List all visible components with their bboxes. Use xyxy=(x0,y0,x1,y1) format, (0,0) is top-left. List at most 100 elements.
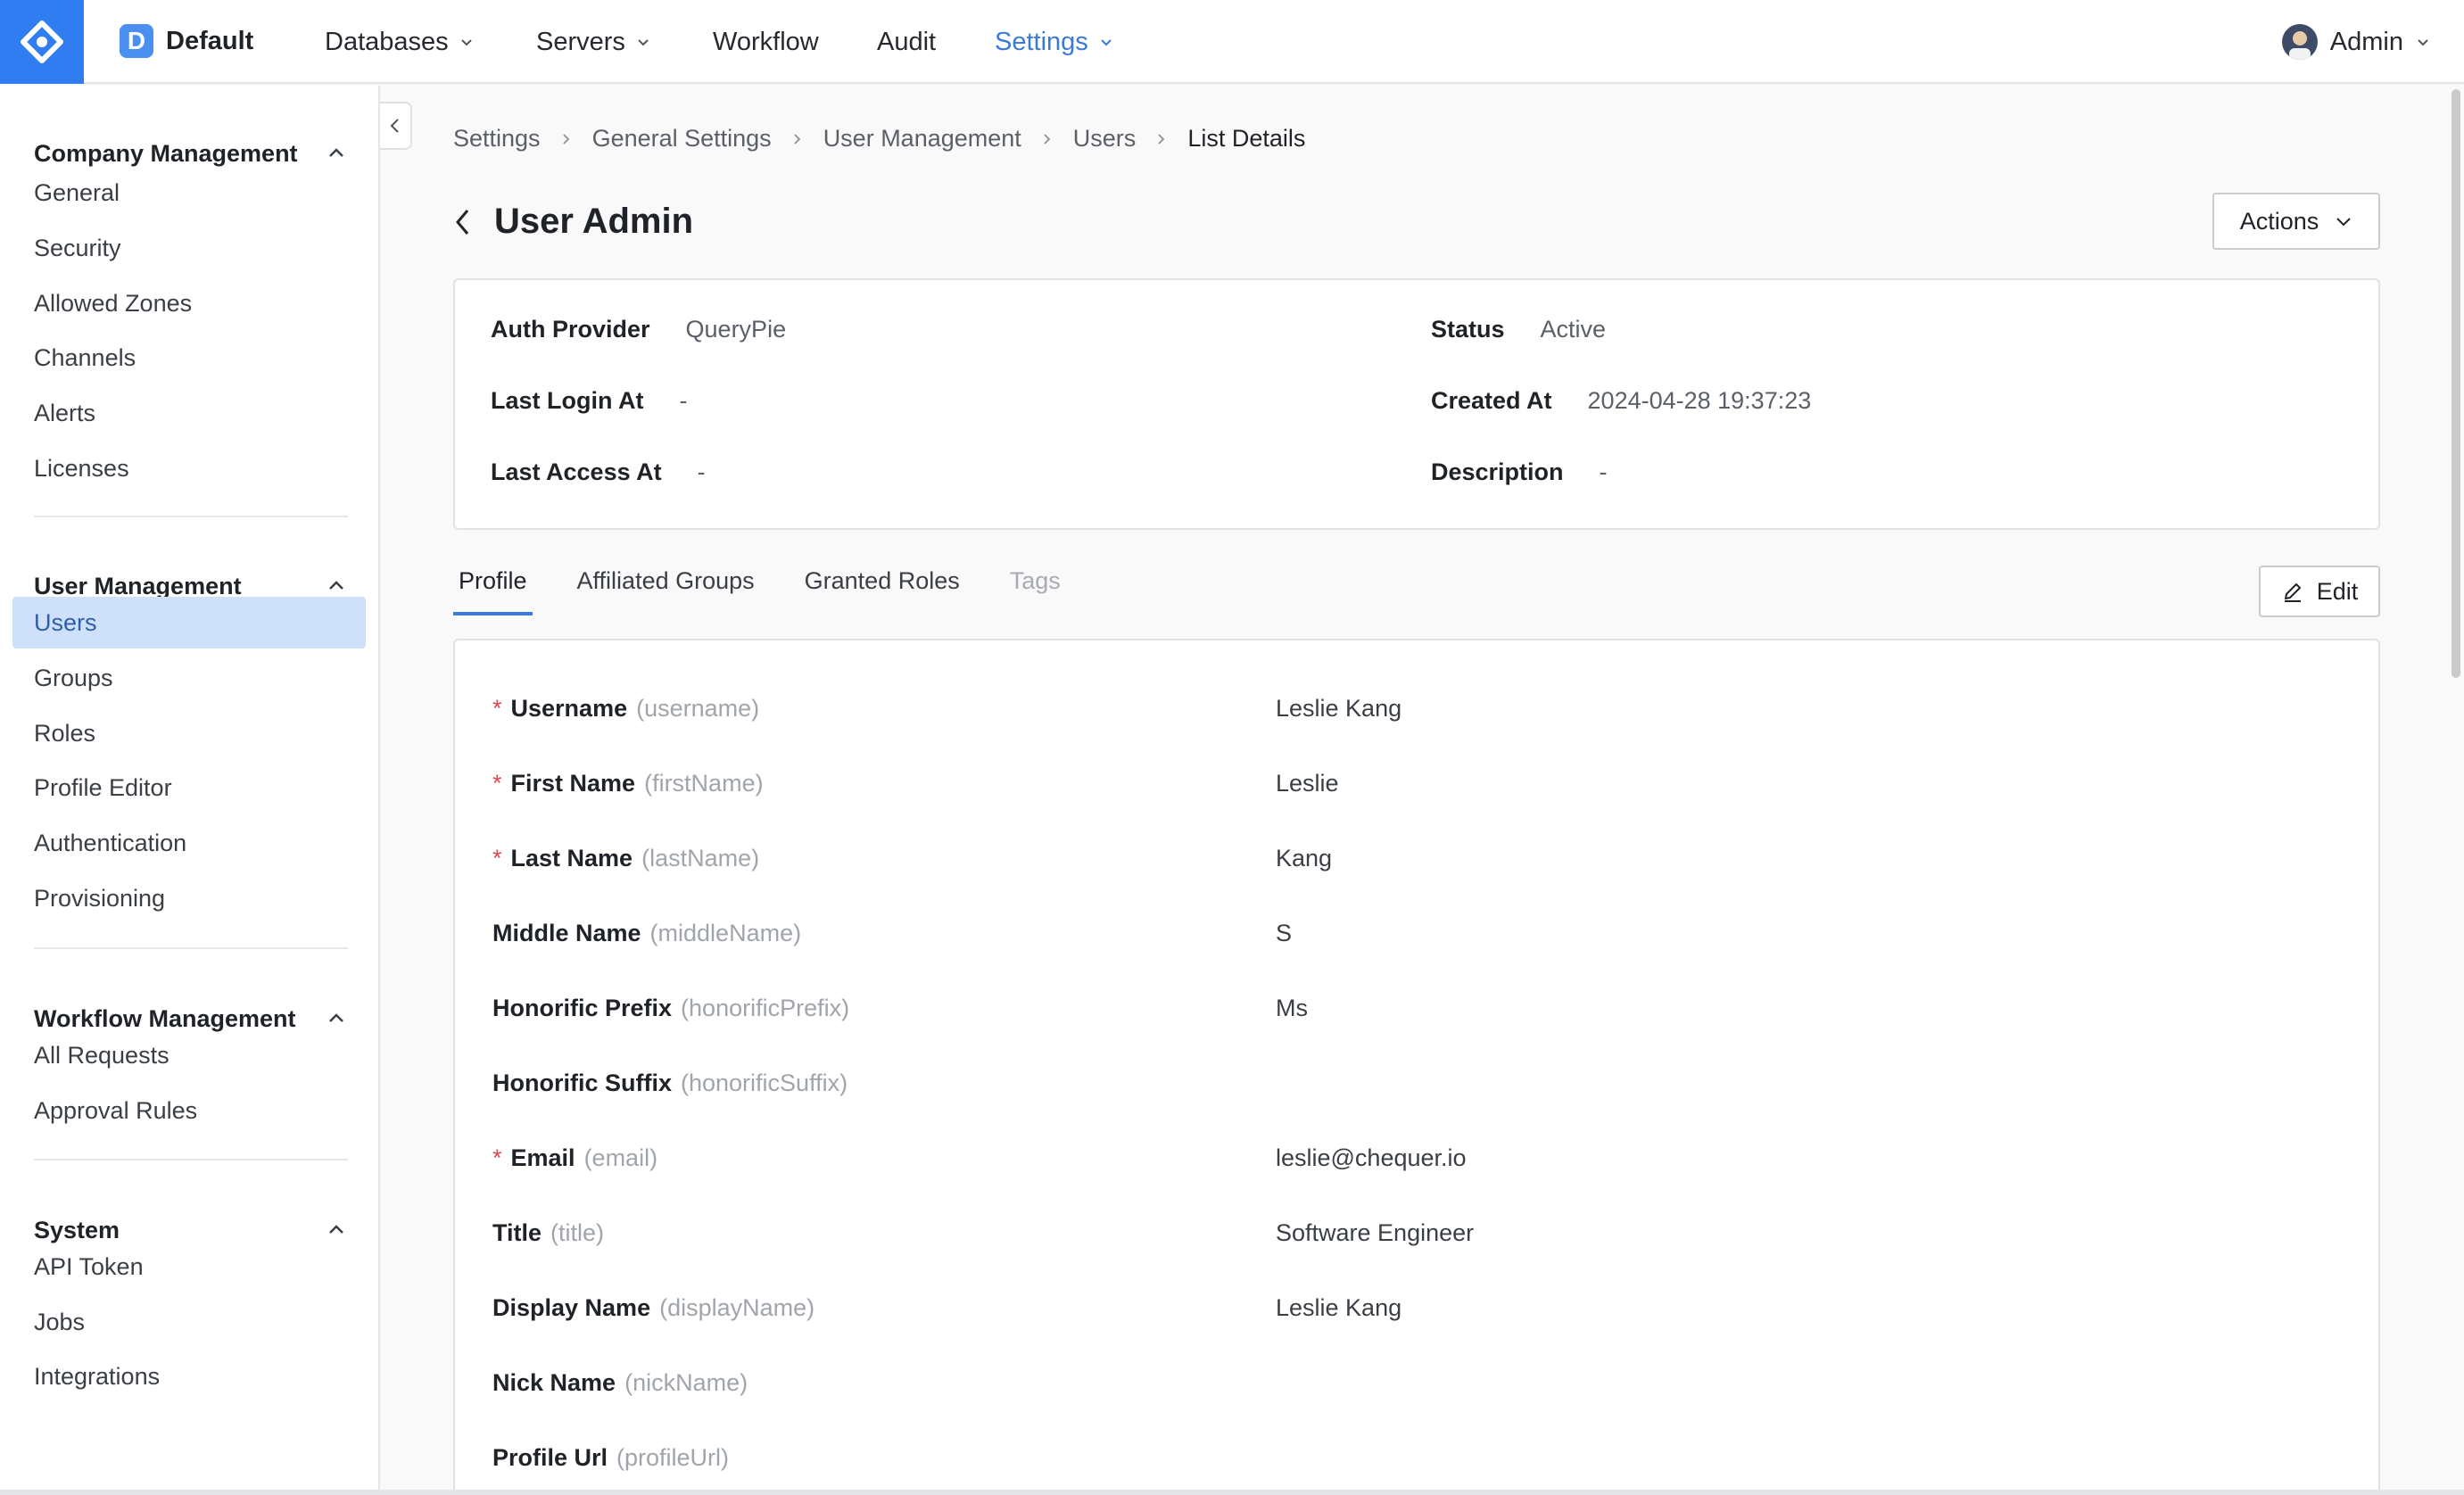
section-title: User Management xyxy=(34,572,242,599)
required-marker: * xyxy=(492,1144,502,1171)
user-menu[interactable]: Admin xyxy=(2281,0,2430,84)
edit-profile-button[interactable]: Edit xyxy=(2259,566,2380,617)
info-status: Status Active xyxy=(1431,316,1606,343)
breadcrumb-settings[interactable]: Settings xyxy=(453,125,541,153)
field-key: (profileUrl) xyxy=(616,1443,730,1471)
info-value: - xyxy=(1599,458,1608,485)
field-label: Display Name xyxy=(492,1293,651,1321)
info-label: Created At xyxy=(1431,387,1552,414)
sidebar-collapse-button[interactable] xyxy=(380,102,412,150)
field-display-name: Display Name (displayName) Leslie Kang xyxy=(492,1290,2366,1326)
section-title: Workflow Management xyxy=(34,1004,296,1032)
required-marker: * xyxy=(492,694,502,722)
back-arrow-icon[interactable] xyxy=(453,207,473,237)
info-value: - xyxy=(679,387,688,414)
field-value: Ms xyxy=(1276,994,1308,1021)
chevron-down-icon xyxy=(2336,218,2351,227)
tab-granted-roles[interactable]: Granted Roles xyxy=(799,567,965,615)
chevron-up-icon xyxy=(329,1225,343,1234)
app-logo-icon[interactable] xyxy=(0,0,84,84)
top-navigation-bar: D Default Databases Servers Workflow Aud… xyxy=(0,0,2464,84)
breadcrumb-user-management[interactable]: User Management xyxy=(823,125,1021,153)
breadcrumb-users[interactable]: Users xyxy=(1073,125,1137,153)
user-name: Admin xyxy=(2329,27,2403,56)
nav-settings-label: Settings xyxy=(995,27,1088,56)
field-key: (honorificPrefix) xyxy=(681,994,850,1021)
info-value: QueryPie xyxy=(685,316,787,343)
field-key: (middleName) xyxy=(649,919,802,946)
sidebar-item-profile-editor[interactable]: Profile Editor xyxy=(12,762,366,814)
field-middle-name: Middle Name (middleName) S xyxy=(492,915,2366,951)
actions-dropdown-button[interactable]: Actions xyxy=(2212,193,2380,250)
sidebar-item-security[interactable]: Security xyxy=(12,222,366,274)
nav-databases-label: Databases xyxy=(325,27,449,56)
breadcrumb-general-settings[interactable]: General Settings xyxy=(592,125,772,153)
chevron-right-icon xyxy=(1044,133,1051,145)
nav-servers-label: Servers xyxy=(536,27,625,56)
workspace-switcher[interactable]: D Default xyxy=(120,24,253,58)
nav-servers[interactable]: Servers xyxy=(536,0,650,84)
sidebar-item-general[interactable]: General xyxy=(12,167,366,219)
settings-sidebar: Company Management General Security Allo… xyxy=(0,86,380,1495)
chevron-left-icon xyxy=(390,119,399,133)
field-label: Honorific Suffix xyxy=(492,1069,672,1096)
field-value: Leslie xyxy=(1276,769,1339,797)
sidebar-item-authentication[interactable]: Authentication xyxy=(12,817,366,869)
nav-settings[interactable]: Settings xyxy=(995,0,1113,84)
sidebar-item-roles[interactable]: Roles xyxy=(12,707,366,759)
sidebar-item-licenses[interactable]: Licenses xyxy=(12,442,366,494)
chevron-down-icon xyxy=(2418,39,2428,46)
sidebar-item-all-requests[interactable]: All Requests xyxy=(12,1029,366,1081)
info-label: Description xyxy=(1431,458,1564,485)
sidebar-item-users[interactable]: Users xyxy=(12,597,366,648)
section-company-management[interactable]: Company Management xyxy=(34,136,346,171)
tab-tags: Tags xyxy=(1009,567,1061,594)
field-username: * Username (username) Leslie Kang xyxy=(492,690,2366,726)
required-marker: * xyxy=(492,844,502,871)
nav-workflow-label: Workflow xyxy=(713,27,819,56)
field-key: (honorificSuffix) xyxy=(681,1069,848,1096)
field-label: Honorific Prefix xyxy=(492,994,673,1021)
field-key: (firstName) xyxy=(644,769,764,797)
sidebar-item-approval-rules[interactable]: Approval Rules xyxy=(12,1085,366,1136)
sidebar-item-jobs[interactable]: Jobs xyxy=(12,1296,366,1348)
info-value: - xyxy=(697,458,706,485)
nav-audit[interactable]: Audit xyxy=(877,0,936,84)
nav-databases[interactable]: Databases xyxy=(325,0,474,84)
sidebar-item-channels[interactable]: Channels xyxy=(12,332,366,384)
nav-audit-label: Audit xyxy=(877,27,937,56)
pencil-icon xyxy=(2284,583,2301,602)
chevron-right-icon xyxy=(794,133,800,145)
field-key: (displayName) xyxy=(659,1293,815,1321)
field-key: (lastName) xyxy=(641,844,760,871)
sidebar-item-groups[interactable]: Groups xyxy=(12,652,366,704)
field-key: (title) xyxy=(550,1218,605,1246)
sidebar-item-api-token[interactable]: API Token xyxy=(12,1241,366,1293)
page-title: User Admin xyxy=(494,202,694,241)
nav-workflow[interactable]: Workflow xyxy=(713,0,819,84)
info-value: 2024-04-28 19:37:23 xyxy=(1587,387,1812,414)
workspace-badge: D xyxy=(120,24,153,58)
chevron-down-icon xyxy=(638,39,649,46)
breadcrumb-list-details: List Details xyxy=(1187,125,1306,152)
sidebar-item-allowed-zones[interactable]: Allowed Zones xyxy=(12,277,366,329)
page-scrollbar[interactable] xyxy=(2452,89,2460,678)
field-title: Title (title) Software Engineer xyxy=(492,1215,2366,1251)
info-value: Active xyxy=(1540,316,1607,343)
field-label: Username xyxy=(510,694,628,722)
sidebar-item-provisioning[interactable]: Provisioning xyxy=(12,872,366,924)
field-value: Software Engineer xyxy=(1276,1218,1475,1246)
sidebar-item-alerts[interactable]: Alerts xyxy=(12,387,366,439)
field-key: (email) xyxy=(583,1144,658,1171)
sidebar-item-integrations[interactable]: Integrations xyxy=(12,1350,366,1402)
tab-affiliated-groups[interactable]: Affiliated Groups xyxy=(572,567,760,615)
field-value: S xyxy=(1276,919,1293,946)
info-label: Auth Provider xyxy=(491,316,650,343)
field-label: Title xyxy=(492,1218,542,1246)
breadcrumb: Settings General Settings User Managemen… xyxy=(453,125,1305,153)
user-summary-card: Auth Provider QueryPie Status Active Las… xyxy=(453,278,2380,530)
field-label: First Name xyxy=(510,769,636,797)
tab-profile[interactable]: Profile xyxy=(453,567,533,615)
field-label: Middle Name xyxy=(492,919,641,946)
field-label: Profile Url xyxy=(492,1443,608,1471)
